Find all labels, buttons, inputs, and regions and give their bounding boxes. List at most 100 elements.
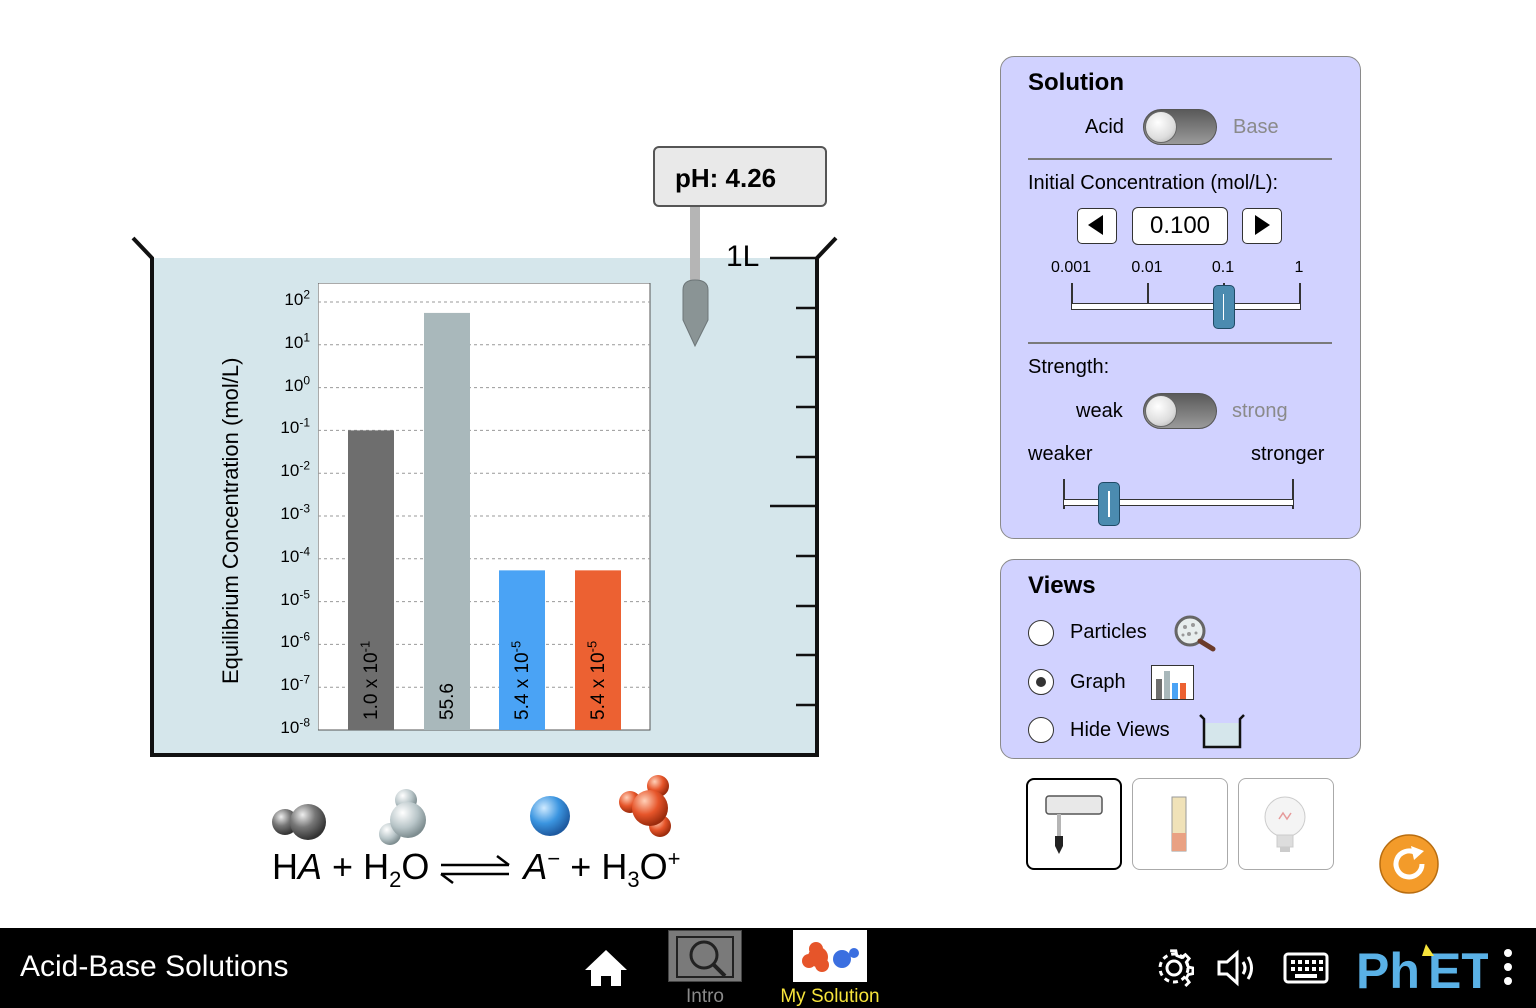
views-panel: Views Particles Graph Hide Views: [1000, 559, 1361, 759]
sound-icon[interactable]: [1215, 948, 1261, 988]
more-options-icon[interactable]: [1498, 946, 1518, 990]
weak-strong-toggle[interactable]: [1143, 393, 1217, 429]
my-solution-screen-label: My Solution: [780, 986, 880, 1007]
graph-label: Graph: [1070, 671, 1126, 693]
beaker-icon: [1199, 714, 1245, 749]
eq-hydronium-h: H: [601, 846, 628, 887]
graph-y-axis-label: Equilibrium Concentration (mol/L): [218, 357, 243, 684]
y-tick-label: 10-3: [280, 501, 310, 523]
left-arrow-icon: [1088, 215, 1103, 235]
ph-probe-rod: [690, 206, 700, 286]
eq-anion-charge: −: [547, 846, 561, 871]
y-tick-label: 10-7: [280, 672, 310, 695]
views-panel-title: Views: [1028, 572, 1096, 599]
y-tick-label: 10-6: [280, 629, 310, 652]
svg-text:ET: ET: [1428, 943, 1488, 994]
base-label: Base: [1233, 116, 1279, 138]
intro-screen-button[interactable]: Intro: [667, 930, 743, 1008]
y-tick-label: 102: [284, 287, 310, 309]
eq-water-sub: 2: [389, 867, 402, 893]
strength-slider-thumb[interactable]: [1098, 482, 1120, 526]
eq-ha-h: H: [272, 846, 298, 887]
my-solution-screen-icon: [793, 930, 867, 982]
equilibrium-arrows-icon: [440, 855, 511, 885]
strength-label: Strength:: [1028, 356, 1110, 378]
magnifier-icon: [1174, 615, 1216, 652]
gear-icon[interactable]: [1154, 948, 1194, 988]
graph-y-ticks: 102 101 100 10-1 10-2 10-3 10-4 10-5 10-6 10-7 10-…: [272, 0, 312, 800]
decrease-concentration-button[interactable]: [1077, 208, 1117, 244]
toggle-knob: [1145, 111, 1177, 143]
water-molecule-icon: [379, 789, 426, 845]
y-tick-label: 10-5: [280, 586, 310, 609]
eq-hydronium-sub: 3: [627, 867, 640, 893]
concentration-tick-label: 1: [1294, 259, 1304, 276]
anion-molecule-icon: [530, 796, 570, 836]
ha-molecule-icon: [272, 804, 326, 840]
acid-label: Acid: [1085, 116, 1124, 138]
bar-value-label: 1.0 x 10-1: [357, 640, 382, 720]
phet-logo[interactable]: Ph ET: [1356, 942, 1488, 994]
bar-value-label: 55.6: [437, 683, 458, 720]
strong-label: strong: [1232, 400, 1288, 422]
eq-plus: +: [570, 846, 592, 887]
ph-meter-icon: [1045, 795, 1103, 854]
ph-meter-tool-button[interactable]: [1026, 778, 1122, 870]
right-arrow-icon: [1255, 215, 1270, 235]
concentration-value[interactable]: 0.100: [1132, 207, 1228, 245]
sim-title: Acid-Base Solutions: [20, 950, 289, 983]
intro-screen-icon: [668, 930, 742, 982]
particles-label: Particles: [1070, 621, 1147, 643]
y-tick-label: 10-2: [280, 458, 310, 481]
concentration-tick-label: 0.001: [1050, 259, 1092, 276]
my-solution-screen-button[interactable]: My Solution: [778, 930, 882, 1008]
bar-value-label: 5.4 x 10-5: [584, 640, 609, 720]
graph-radio[interactable]: [1028, 669, 1054, 695]
ph-paper-tool-button[interactable]: [1132, 778, 1228, 870]
ph-value: pH: 4.26: [675, 163, 777, 193]
navigation-bar: Acid-Base Solutions Intro My Solution Ph…: [0, 928, 1536, 1008]
toggle-knob: [1145, 395, 1177, 427]
concentration-tick-label: 0.1: [1211, 259, 1235, 276]
ph-paper-icon: [1171, 796, 1187, 852]
hydronium-molecule-icon: [619, 775, 671, 837]
home-button[interactable]: [583, 948, 629, 988]
eq-ha-a: A: [298, 846, 323, 887]
y-tick-label: 10-4: [280, 544, 310, 566]
y-tick-label: 10-8: [280, 715, 310, 737]
concentration-tick-label: 0.01: [1131, 259, 1163, 276]
intro-screen-label: Intro: [685, 986, 725, 1007]
weaker-label: weaker: [1028, 443, 1093, 465]
svg-text:Ph: Ph: [1356, 943, 1420, 994]
weak-label: weak: [1076, 400, 1123, 422]
molecules: [272, 775, 671, 845]
volume-label: 1L: [726, 240, 760, 273]
concentration-slider-track[interactable]: [1071, 303, 1301, 310]
eq-hydronium-o: O: [639, 846, 668, 887]
initial-concentration-label: Initial Concentration (mol/L):: [1028, 172, 1279, 194]
y-tick-label: 101: [284, 330, 310, 352]
ph-meter-readout[interactable]: pH: 4.26: [653, 146, 827, 207]
eq-water-h: H: [363, 846, 390, 887]
particles-radio[interactable]: [1028, 620, 1054, 646]
bar-labels: 1.0 x 10-1 55.6 5.4 x 10-5 5.4 x 10-5: [318, 283, 651, 731]
keyboard-icon[interactable]: [1283, 952, 1329, 984]
conductivity-tool-button[interactable]: [1238, 778, 1334, 870]
lightbulb-icon: [1264, 796, 1306, 852]
y-tick-label: 100: [284, 372, 310, 395]
stronger-label: stronger: [1251, 443, 1325, 465]
divider: [1028, 158, 1332, 160]
eq-water-o: O: [401, 846, 430, 887]
play-area: 1L pH: 4.26 Equilibrium Concentration (m…: [0, 0, 960, 928]
acid-base-toggle[interactable]: [1143, 109, 1217, 145]
eq-anion: A: [523, 846, 548, 887]
reset-all-button[interactable]: [1378, 833, 1440, 895]
hide-views-radio[interactable]: [1028, 717, 1054, 743]
increase-concentration-button[interactable]: [1242, 208, 1282, 244]
bar-graph-icon: [1151, 665, 1194, 700]
solution-panel: Solution Acid Base Initial Concentration…: [1000, 56, 1361, 539]
hide-views-label: Hide Views: [1070, 719, 1170, 741]
reaction-equation: HA + H2O A− + H3O+: [272, 846, 680, 891]
y-tick-label: 10-1: [280, 415, 310, 438]
concentration-slider-thumb[interactable]: [1212, 285, 1235, 329]
